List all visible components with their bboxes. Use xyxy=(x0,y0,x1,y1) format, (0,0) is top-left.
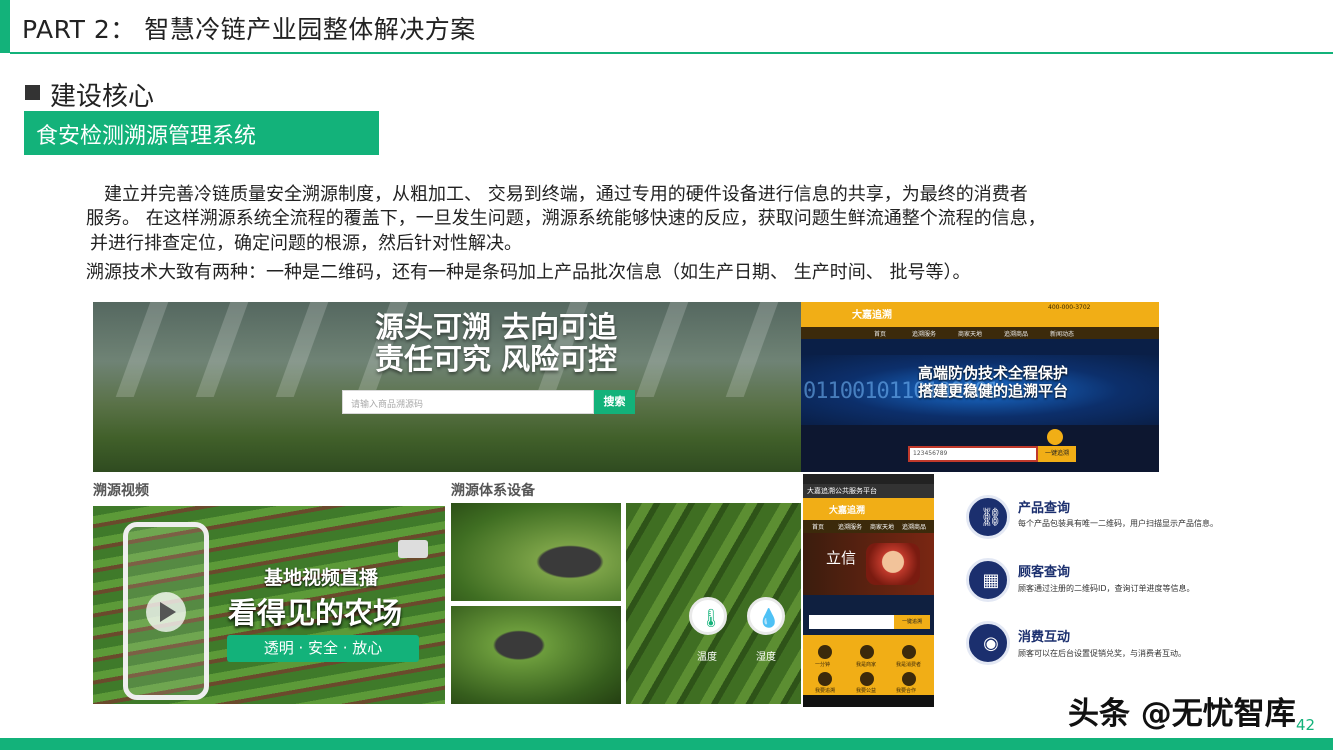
menu-grid-label: 我是消费者 xyxy=(896,662,922,668)
roof-beam xyxy=(635,302,689,397)
video-tagline: 透明 · 安全 · 放心 xyxy=(227,635,419,662)
droplet-icon: 💧 xyxy=(757,608,781,629)
section-title: 建设核心 xyxy=(50,82,155,112)
website-nav-item[interactable]: 追溯服务 xyxy=(912,329,936,338)
humidity-sensor-badge: 💧 xyxy=(747,597,785,635)
website-nav-item[interactable]: 追溯商品 xyxy=(1004,329,1028,338)
roof-beam xyxy=(195,302,249,397)
roof-beam xyxy=(725,302,779,397)
equipment-photo-field xyxy=(451,606,621,704)
menu-grid-icon[interactable] xyxy=(818,672,832,686)
fist-stamp-graphic xyxy=(866,543,920,585)
mobile-nav-item[interactable]: 商家天地 xyxy=(870,522,894,531)
menu-grid-label: 我是商家 xyxy=(856,662,877,668)
menu-grid-icon[interactable] xyxy=(902,645,916,659)
feature-product-query-badge: ⛓ xyxy=(966,495,1010,539)
trace-code-search-input[interactable]: 请输入商品溯源码 xyxy=(342,390,594,414)
feature-desc: 顾客通过注册的二维码ID，查询订单进度等信息。 xyxy=(1018,584,1195,593)
roof-beam xyxy=(115,302,169,397)
subtitle-text: 食安检测溯源管理系统 xyxy=(36,124,257,149)
search-button[interactable]: 搜索 xyxy=(594,390,635,414)
square-bullet-icon xyxy=(25,85,40,100)
video-headline-2: 看得见的农场 xyxy=(228,596,403,630)
website-headline-2: 搭建更稳健的追溯平台 xyxy=(918,382,1069,400)
feature-interaction-badge: ◉ xyxy=(966,621,1010,665)
header-divider xyxy=(10,52,1333,54)
feature-customer-query-badge: ▦ xyxy=(966,558,1010,602)
website-nav-item[interactable]: 首页 xyxy=(874,329,886,338)
menu-grid-label: 一分钟 xyxy=(815,662,831,668)
label-trace-video: 溯源视频 xyxy=(93,483,149,499)
equipment-photo-tomato xyxy=(451,503,621,601)
page-number: 42 xyxy=(1296,716,1316,734)
feature-title: 消费互动 xyxy=(1018,630,1071,645)
menu-grid-icon[interactable] xyxy=(818,645,832,659)
website-nav-item[interactable]: 新闻动态 xyxy=(1050,329,1074,338)
mobile-trace-button[interactable]: 一键追溯 xyxy=(894,615,930,629)
video-headline-1: 基地视频直播 xyxy=(264,567,379,589)
mobile-logo: 大嘉追溯 xyxy=(803,498,934,520)
play-triangle-icon xyxy=(160,602,176,622)
menu-grid-label: 我要合作 xyxy=(896,688,917,694)
feature-desc: 顾客可以在后台设置促销兑奖，与消费者互动。 xyxy=(1018,649,1186,658)
menu-grid-icon[interactable] xyxy=(860,672,874,686)
menu-grid-icon[interactable] xyxy=(860,645,874,659)
mobile-trace-input[interactable] xyxy=(809,615,894,629)
feature-desc: 每个产品包装具有唯一二维码，用户扫描显示产品信息。 xyxy=(1018,519,1218,528)
roof-beam xyxy=(275,302,329,397)
website-phone: 400-000-3702 xyxy=(1048,304,1091,311)
menu-grid-label: 我要追溯 xyxy=(815,688,836,694)
calendar-icon: ▦ xyxy=(982,570,1000,591)
paragraph-line: 并进行排查定位，确定问题的根源，然后针对性解决。 xyxy=(90,233,522,254)
mascot-icon xyxy=(1047,429,1063,445)
website-trace-input[interactable]: 123456789 xyxy=(908,446,1038,462)
mobile-nav-item[interactable]: 追溯服务 xyxy=(838,522,862,531)
eye-icon: ◉ xyxy=(983,633,999,654)
website-logo: 大嘉追溯 xyxy=(852,310,892,321)
temperature-label: 温度 xyxy=(697,652,717,663)
mobile-nav-item[interactable]: 追溯商品 xyxy=(902,522,926,531)
camera-icon xyxy=(398,540,428,558)
menu-grid-label: 我要公益 xyxy=(856,688,877,694)
mobile-nav-item[interactable]: 首页 xyxy=(812,522,824,531)
website-trace-button[interactable]: 一键追溯 xyxy=(1038,446,1076,462)
thermometer-icon: 🌡 xyxy=(699,608,723,629)
menu-grid-icon[interactable] xyxy=(902,672,916,686)
paragraph-technology: 溯源技术大致有两种：一种是二维码，还有一种是条码加上产品批次信息（如生产日期、 … xyxy=(86,262,971,283)
humidity-label: 湿度 xyxy=(756,652,776,663)
banner-headline-2: 责任可究 风险可控 xyxy=(375,342,618,376)
mobile-title-bar: 大嘉追溯公共服务平台 xyxy=(803,484,934,498)
qr-link-icon: ⛓ xyxy=(979,507,1003,528)
feature-title: 顾客查询 xyxy=(1018,565,1071,580)
website-nav-item[interactable]: 商家天地 xyxy=(958,329,982,338)
header-accent-bar xyxy=(0,0,10,53)
footer-bar xyxy=(0,738,1333,750)
feature-title: 产品查询 xyxy=(1018,501,1071,516)
page-title: PART 2： 智慧冷链产业园整体解决方案 xyxy=(22,15,476,44)
mobile-softkeys xyxy=(803,695,934,707)
label-trace-equipment: 溯源体系设备 xyxy=(451,483,535,499)
temperature-sensor-badge: 🌡 xyxy=(689,597,727,635)
watermark: 头条 @无忧智库 xyxy=(1068,696,1296,732)
mobile-hero-text: 立信 xyxy=(826,549,857,567)
